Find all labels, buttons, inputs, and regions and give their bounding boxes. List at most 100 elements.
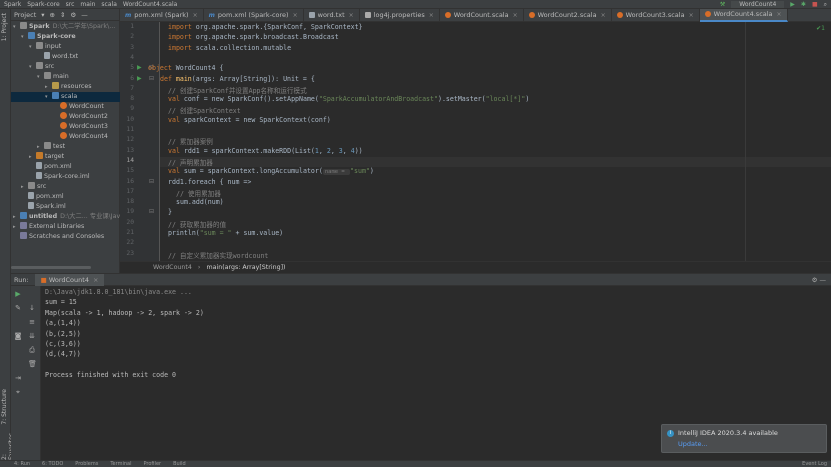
tree-expand-arrow[interactable]: ▸ [29, 152, 36, 162]
crumb-scala[interactable]: scala [101, 1, 116, 8]
gear-icon[interactable]: ⚙ [812, 276, 818, 284]
close-icon[interactable]: × [689, 12, 694, 19]
tree-expand-arrow[interactable]: ▾ [21, 32, 28, 42]
editor-tab[interactable]: word.txt × [304, 8, 360, 22]
editor-tab[interactable]: WordCount3.scala × [612, 8, 700, 22]
tool-window-button[interactable]: 4: Run [14, 461, 30, 467]
inspection-status[interactable]: ✔1 [816, 25, 825, 32]
tree-item[interactable]: ▸ External Libraries [11, 222, 120, 232]
tree-item[interactable]: pom.xml [11, 192, 120, 202]
crumb-src[interactable]: src [66, 1, 75, 8]
fold-icon[interactable]: ⊟ [149, 208, 154, 215]
tree-item[interactable]: ▾ main [11, 72, 120, 82]
tree-expand-arrow[interactable]: ▸ [37, 142, 44, 152]
tree-item[interactable]: WordCount4 [11, 132, 120, 142]
stop-icon[interactable]: ■ [812, 1, 818, 8]
editor-tab[interactable]: log4j.properties × [360, 8, 440, 22]
tool-window-button[interactable]: Problems [75, 461, 98, 467]
tree-item[interactable]: pom.xml [11, 162, 120, 172]
exit-icon[interactable]: ⇥ [14, 374, 22, 382]
tool-window-button[interactable]: Profiler [143, 461, 161, 467]
update-link[interactable]: Update... [678, 440, 820, 448]
fold-icon[interactable]: ⊟ [149, 178, 154, 185]
tree-expand-arrow[interactable]: ▾ [13, 22, 20, 32]
minimize-icon[interactable]: — [81, 11, 88, 19]
soft-wrap-icon[interactable]: ≡ [28, 318, 36, 326]
tree-expand-arrow[interactable]: ▾ [37, 72, 44, 82]
code-editor[interactable]: 1 2 3 4 5 6 7 8 9 10 11 12 13 14 15 16 17 18 19 20 21 22 23 ▶ ▶ ⊟… [120, 22, 831, 261]
run-gutter-icon[interactable]: ▶ [137, 75, 142, 82]
project-view-selector[interactable]: Project [14, 11, 36, 19]
tool-window-button[interactable]: 6: TODO [42, 461, 63, 467]
rerun-icon[interactable]: ▶ [14, 290, 22, 298]
close-icon[interactable]: × [429, 12, 434, 19]
tree-expand-arrow[interactable]: ▸ [13, 222, 20, 232]
wrench-icon[interactable]: ✎ [14, 304, 22, 312]
arrow-down-icon[interactable]: ↓ [28, 304, 36, 312]
tree-item[interactable]: WordCount2 [11, 112, 120, 122]
crumb-spark[interactable]: Spark [4, 1, 21, 8]
tree-expand-arrow[interactable]: ▸ [13, 212, 20, 222]
tree-item[interactable]: ▾ src [11, 62, 120, 72]
editor-tab[interactable]: m pom.xml (Spark-core) × [204, 8, 304, 22]
tree-item[interactable]: ▾ Spark-core [11, 32, 120, 42]
crumb-spark-core[interactable]: Spark-core [27, 1, 59, 8]
close-icon[interactable]: × [293, 12, 298, 19]
close-icon[interactable]: × [349, 12, 354, 19]
tree-item[interactable]: Spark-core.iml [11, 172, 120, 182]
tree-expand-arrow[interactable]: ▾ [29, 62, 36, 72]
tree-item[interactable]: ▸ src [11, 182, 120, 192]
fold-icon[interactable]: ⊟ [149, 75, 154, 82]
editor-tab[interactable]: m pom.xml (Spark) × [120, 8, 204, 22]
locate-icon[interactable]: ⊕ [50, 11, 55, 19]
tree-item[interactable]: ▸ untitledD:\大二... 专业课\Java课 [11, 212, 120, 222]
tree-item[interactable]: ▸ target [11, 152, 120, 162]
tree-item[interactable]: ▸ resources [11, 82, 120, 92]
run-gutter-icon[interactable]: ▶ [137, 64, 142, 71]
run-config-select[interactable]: WordCount4 [731, 1, 785, 8]
gear-icon[interactable]: ⚙ [70, 11, 76, 19]
tree-item[interactable]: WordCount3 [11, 122, 120, 132]
close-icon[interactable]: × [777, 11, 782, 18]
crumb-file[interactable]: WordCount4.scala [123, 1, 177, 8]
breadcrumb-method[interactable]: main(args: Array[String]) [206, 264, 285, 271]
tree-expand-arrow[interactable]: ▸ [45, 82, 52, 92]
tree-expand-arrow[interactable]: ▾ [29, 42, 36, 52]
close-icon[interactable]: × [513, 12, 518, 19]
run-tab-wordcount4[interactable]: ■ WordCount4 × [34, 273, 105, 286]
scroll-to-end-icon[interactable]: ⇊ [28, 332, 36, 340]
tree-expand-arrow[interactable]: ▾ [45, 92, 52, 102]
search-icon[interactable]: ⌕ [824, 1, 827, 9]
tree-item[interactable]: WordCount [11, 102, 120, 112]
structure-tool-tab[interactable]: 7: Structure [1, 389, 8, 425]
tree-item[interactable]: ▸ test [11, 142, 120, 152]
camera-icon[interactable]: ◙ [14, 332, 22, 340]
debug-icon[interactable]: ✱ [801, 1, 806, 8]
editor-tab[interactable]: WordCount4.scala × [699, 8, 788, 22]
editor-tab[interactable]: WordCount2.scala × [524, 8, 612, 22]
chevron-down-icon[interactable]: ▾ [41, 11, 44, 19]
event-log-button[interactable]: Event Log [802, 461, 827, 467]
trash-icon[interactable]: 🗑 [28, 360, 37, 368]
project-tool-tab[interactable]: 1: Project [1, 13, 8, 41]
close-icon[interactable]: × [193, 12, 198, 19]
editor-tab[interactable]: WordCount.scala × [440, 8, 524, 22]
tool-window-button[interactable]: Build [173, 461, 186, 467]
collapse-all-icon[interactable]: ⇕ [60, 11, 65, 19]
crumb-main[interactable]: main [80, 1, 95, 8]
print-icon[interactable]: ⎙ [28, 346, 36, 354]
minimize-icon[interactable]: — [820, 276, 827, 284]
tree-item[interactable]: Scratches and Consoles [11, 232, 120, 242]
tree-item[interactable]: ▾ Spark D:\大二学年\Spark\... [11, 22, 120, 32]
close-icon[interactable]: × [601, 12, 606, 19]
tree-item[interactable]: Spark.iml [11, 202, 120, 212]
tree-item[interactable]: ▾ scala [11, 92, 120, 102]
tool-window-button[interactable]: Terminal [110, 461, 131, 467]
close-icon[interactable]: × [93, 276, 98, 284]
tree-item[interactable]: ▾ input [11, 42, 120, 52]
project-scrollbar[interactable] [11, 266, 91, 269]
tree-item[interactable]: word.txt [11, 52, 120, 62]
run-icon[interactable]: ▶ [790, 1, 795, 8]
tree-expand-arrow[interactable]: ▸ [21, 182, 28, 192]
hammer-icon[interactable]: ⚒ [720, 1, 725, 8]
